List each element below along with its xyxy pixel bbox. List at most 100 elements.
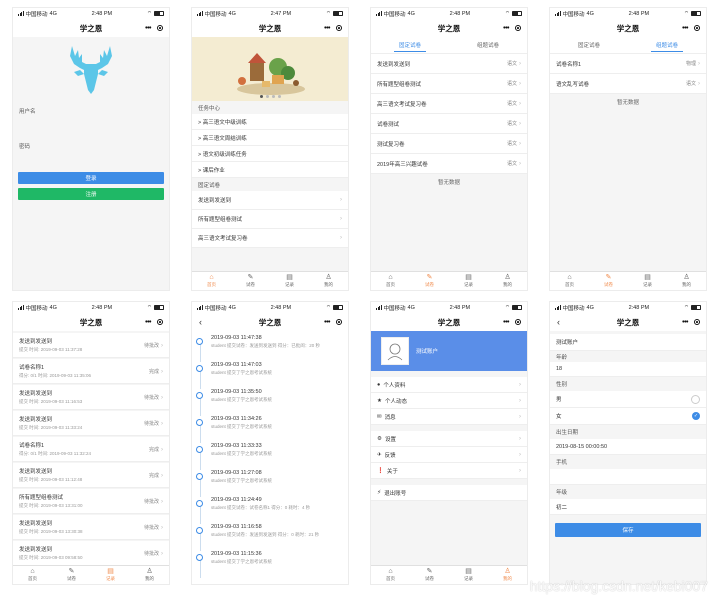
tab-home[interactable]: ⌂ 首页	[550, 272, 589, 290]
timeline-line	[199, 559, 200, 578]
settings-menu-item[interactable]: ✈ 反馈 ›	[371, 447, 527, 463]
close-capsule-icon[interactable]	[515, 319, 521, 325]
fixed-paper-item[interactable]: 高三语文考试复习卷 ›	[192, 229, 348, 248]
profile-header[interactable]: 测试账户	[371, 331, 527, 371]
record-row[interactable]: 发送到发送到 提交 时间: 2019-09-03 13:30:38 待批改 ›	[13, 515, 169, 540]
record-row[interactable]: 发送到发送到 提交 时间: 2019-09-03 11:33:24 待批改 ›	[13, 411, 169, 436]
pencil-icon: ✎	[247, 274, 254, 281]
tab-random-papers[interactable]: 组题试卷	[628, 37, 706, 53]
tab-records[interactable]: ▤ 记录	[628, 272, 667, 290]
logout-icon: ⚡	[377, 490, 382, 496]
chevron-right-icon: ›	[161, 342, 163, 349]
tab-mine[interactable]: ♙ 我的	[488, 566, 527, 584]
age-input[interactable]: 18	[550, 362, 706, 377]
back-icon[interactable]: ‹	[199, 317, 202, 327]
more-icon[interactable]: •••	[503, 25, 509, 32]
close-capsule-icon[interactable]	[157, 25, 163, 31]
tab-mine[interactable]: ♙ 我的	[667, 272, 706, 290]
record-row[interactable]: 试卷名称1 得分: 0/1 时间: 2019-09-03 11:35:06 完成 ›	[13, 359, 169, 384]
timeline-item: 2019-09-03 11:15:36 student 提交了学之恩考试系统	[192, 551, 348, 578]
more-icon[interactable]: •••	[324, 25, 330, 32]
tab-papers[interactable]: ✎ 试卷	[589, 272, 628, 290]
tab-home[interactable]: ⌂ 首页	[371, 272, 410, 290]
close-capsule-icon[interactable]	[694, 25, 700, 31]
record-row[interactable]: 发送到发送到 提交 时间: 2019-09-03 11:12:48 完成 ›	[13, 463, 169, 488]
close-capsule-icon[interactable]	[336, 319, 342, 325]
tab-home[interactable]: ⌂ 首页	[192, 272, 231, 290]
tab-papers[interactable]: ✎ 试卷	[52, 566, 91, 584]
paper-row[interactable]: 发送到发送到 语文 ›	[371, 54, 527, 74]
fixed-paper-item[interactable]: 所有题型组卷测试 ›	[192, 210, 348, 229]
logout-item[interactable]: ⚡ 退出账号	[371, 485, 527, 501]
paper-row[interactable]: 试卷名称1 物理 ›	[550, 54, 706, 74]
save-button[interactable]: 保存	[555, 523, 701, 537]
username-field[interactable]: 用户名	[13, 101, 169, 121]
tab-records[interactable]: ▤ 记录	[449, 566, 488, 584]
paper-row[interactable]: 高三语文考试复习卷 语文 ›	[371, 94, 527, 114]
tab-fixed-papers[interactable]: 固定试卷	[371, 37, 449, 53]
tab-records[interactable]: ▤ 记录	[91, 566, 130, 584]
record-row[interactable]: 发送到发送到 提交 时间: 2019-09-03 11:37:28 待批改 ›	[13, 333, 169, 358]
paper-row[interactable]: 语文乱写试卷 语文 ›	[550, 74, 706, 94]
timeline-dot-icon	[196, 500, 203, 507]
record-row[interactable]: 试卷名称1 得分: 0/1 时间: 2019-09-03 11:32:24 完成 ›	[13, 437, 169, 462]
signal-icon	[555, 305, 561, 310]
gender-male-option[interactable]: 男	[550, 391, 706, 408]
tab-records[interactable]: ▤ 记录	[270, 272, 309, 290]
record-icon: ▤	[465, 568, 472, 575]
record-meta: 提交 时间: 2019-09-03 11:33:24	[19, 424, 83, 430]
paper-row[interactable]: 测试复习卷 语文 ›	[371, 134, 527, 154]
tab-fixed-papers[interactable]: 固定试卷	[550, 37, 628, 53]
task-item[interactable]: > 高三语文中级训练	[192, 114, 348, 130]
signal-icon	[197, 305, 203, 310]
fixed-paper-item[interactable]: 发送到发送到 ›	[192, 191, 348, 210]
more-icon[interactable]: •••	[503, 319, 509, 326]
back-icon[interactable]: ‹	[557, 317, 560, 327]
close-capsule-icon[interactable]	[694, 319, 700, 325]
task-item[interactable]: > 课后作业	[192, 162, 348, 178]
close-capsule-icon[interactable]	[336, 25, 342, 31]
close-capsule-icon[interactable]	[515, 25, 521, 31]
close-capsule-icon[interactable]	[157, 319, 163, 325]
settings-menu-item[interactable]: ⚙ 设置 ›	[371, 431, 527, 447]
tab-records[interactable]: ▤ 记录	[449, 272, 488, 290]
task-item[interactable]: > 高三语文周结训练	[192, 130, 348, 146]
tab-papers[interactable]: ✎ 试卷	[410, 566, 449, 584]
banner-carousel[interactable]	[192, 37, 348, 101]
menu-item-left: ★ 个人动态	[377, 397, 407, 405]
login-button[interactable]: 登录	[18, 172, 164, 184]
register-button[interactable]: 注册	[18, 188, 164, 200]
paper-row[interactable]: 2019年高三兴趣试卷 语文 ›	[371, 154, 527, 174]
record-row[interactable]: 发送到发送到 提交 时间: 2019-09-03 11:16:53 待批改 ›	[13, 385, 169, 410]
profile-menu-item[interactable]: ● 个人资料 ›	[371, 377, 527, 393]
tab-mine[interactable]: ♙ 我的	[309, 272, 348, 290]
tab-home[interactable]: ⌂ 首页	[371, 566, 410, 584]
tab-random-papers[interactable]: 组题试卷	[449, 37, 527, 53]
gender-female-option[interactable]: 女 ✓	[550, 408, 706, 425]
phone-input[interactable]	[550, 469, 706, 485]
chevron-right-icon: ›	[519, 61, 521, 67]
password-field[interactable]: 密码	[13, 136, 169, 156]
birthday-picker[interactable]: 2019-08-15 00:00:50	[550, 439, 706, 455]
tab-home[interactable]: ⌂ 首页	[13, 566, 52, 584]
paper-row[interactable]: 试卷测试 语文 ›	[371, 114, 527, 134]
record-row[interactable]: 所有题型组卷测试 提交 时间: 2019-09-03 13:31:00 待批改 ›	[13, 489, 169, 514]
task-item[interactable]: > 语文初级训练任务	[192, 146, 348, 162]
name-input[interactable]: 测试账户	[550, 334, 706, 351]
profile-menu-item[interactable]: ✉ 消息 ›	[371, 409, 527, 425]
status-label: 待批改	[143, 420, 159, 427]
grade-picker[interactable]: 初二	[550, 499, 706, 515]
more-icon[interactable]: •••	[145, 25, 151, 32]
more-icon[interactable]: •••	[145, 319, 151, 326]
record-row[interactable]: 发送到发送到 提交 时间: 2019-09-03 09:58:50 待批改 ›	[13, 541, 169, 566]
profile-menu-item[interactable]: ★ 个人动态 ›	[371, 393, 527, 409]
tab-mine[interactable]: ♙ 我的	[488, 272, 527, 290]
more-icon[interactable]: •••	[682, 25, 688, 32]
more-icon[interactable]: •••	[324, 319, 330, 326]
settings-menu-item[interactable]: ❗ 关于 ›	[371, 463, 527, 479]
more-icon[interactable]: •••	[682, 319, 688, 326]
paper-row[interactable]: 所有题型组卷测试 语文 ›	[371, 74, 527, 94]
tab-papers[interactable]: ✎ 试卷	[231, 272, 270, 290]
tab-papers[interactable]: ✎ 试卷	[410, 272, 449, 290]
tab-mine[interactable]: ♙ 我的	[130, 566, 169, 584]
